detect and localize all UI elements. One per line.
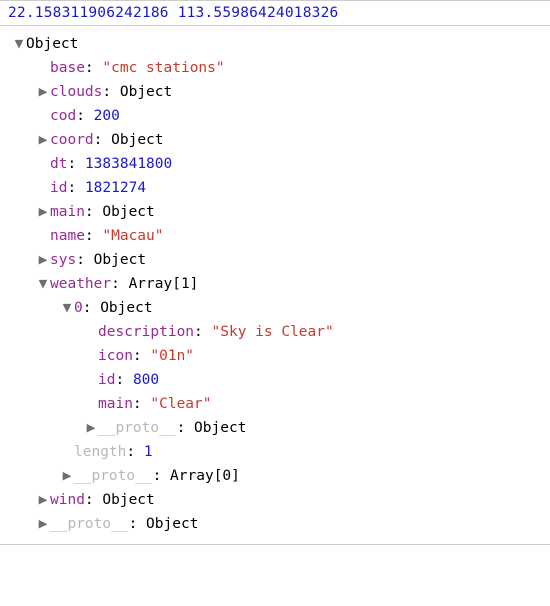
expand-right-icon[interactable]: ▶ [84, 416, 98, 440]
expand-right-icon[interactable]: ▶ [36, 248, 50, 272]
property-sys[interactable]: ▶sys: Object [8, 248, 542, 272]
property-coord[interactable]: ▶coord: Object [8, 128, 542, 152]
property-array-proto[interactable]: ▶__proto__: Array[0] [8, 464, 542, 488]
property-weather-proto[interactable]: ▶__proto__: Object [8, 416, 542, 440]
expand-right-icon[interactable]: ▶ [36, 488, 50, 512]
property-weather-main[interactable]: main: "Clear" [8, 392, 542, 416]
property-name[interactable]: name: "Macau" [8, 224, 542, 248]
property-main[interactable]: ▶main: Object [8, 200, 542, 224]
property-proto[interactable]: ▶__proto__: Object [8, 512, 542, 536]
property-dt[interactable]: dt: 1383841800 [8, 152, 542, 176]
expand-right-icon[interactable]: ▶ [36, 128, 50, 152]
expand-right-icon[interactable]: ▶ [36, 80, 50, 104]
property-weather[interactable]: ▼weather: Array[1] [8, 272, 542, 296]
property-cod[interactable]: cod: 200 [8, 104, 542, 128]
log-header: 22.158311906242186 113.55986424018326 [0, 0, 550, 26]
property-clouds[interactable]: ▶clouds: Object [8, 80, 542, 104]
property-base[interactable]: base: "cmc stations" [8, 56, 542, 80]
property-icon[interactable]: icon: "01n" [8, 344, 542, 368]
expand-down-icon[interactable]: ▼ [60, 296, 74, 320]
property-description[interactable]: description: "Sky is Clear" [8, 320, 542, 344]
expand-right-icon[interactable]: ▶ [60, 464, 74, 488]
property-wind[interactable]: ▶wind: Object [8, 488, 542, 512]
expand-right-icon[interactable]: ▶ [36, 200, 50, 224]
root-object[interactable]: ▼Object [8, 32, 542, 56]
expand-right-icon[interactable]: ▶ [36, 512, 50, 536]
weather-item-0[interactable]: ▼0: Object [8, 296, 542, 320]
expand-down-icon[interactable]: ▼ [36, 272, 50, 296]
property-length[interactable]: length: 1 [8, 440, 542, 464]
longitude: 113.55986424018326 [178, 5, 339, 21]
root-label: Object [26, 36, 78, 52]
property-id[interactable]: id: 1821274 [8, 176, 542, 200]
expand-down-icon[interactable]: ▼ [12, 32, 26, 56]
object-tree: ▼Object base: "cmc stations" ▶clouds: Ob… [0, 26, 550, 545]
property-weather-id[interactable]: id: 800 [8, 368, 542, 392]
latitude: 22.158311906242186 [8, 5, 169, 21]
